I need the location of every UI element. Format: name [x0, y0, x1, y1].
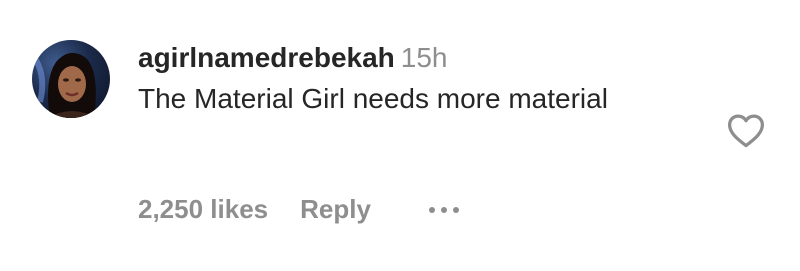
- likes-count[interactable]: 2,250 likes: [138, 194, 268, 225]
- more-options-icon[interactable]: [428, 195, 459, 225]
- heart-outline-icon: [728, 114, 764, 148]
- avatar[interactable]: [32, 40, 110, 118]
- comment-text: The Material Girl needs more material: [138, 83, 608, 114]
- username-link[interactable]: agirlnamedrebekah: [138, 42, 395, 73]
- comment-body: agirlnamedrebekah 15h The Material Girl n…: [138, 40, 718, 118]
- dot: [440, 206, 447, 213]
- heart-icon[interactable]: [726, 112, 766, 148]
- dot: [452, 206, 459, 213]
- avatar-image: [33, 52, 96, 118]
- comment-header: agirlnamedrebekah 15h: [138, 40, 718, 76]
- comment-actions: 2,250 likes Reply: [138, 194, 459, 225]
- timestamp[interactable]: 15h: [401, 42, 448, 73]
- reply-button[interactable]: Reply: [300, 194, 371, 225]
- dot: [428, 206, 435, 213]
- comment-item: agirlnamedrebekah 15h The Material Girl n…: [0, 0, 800, 271]
